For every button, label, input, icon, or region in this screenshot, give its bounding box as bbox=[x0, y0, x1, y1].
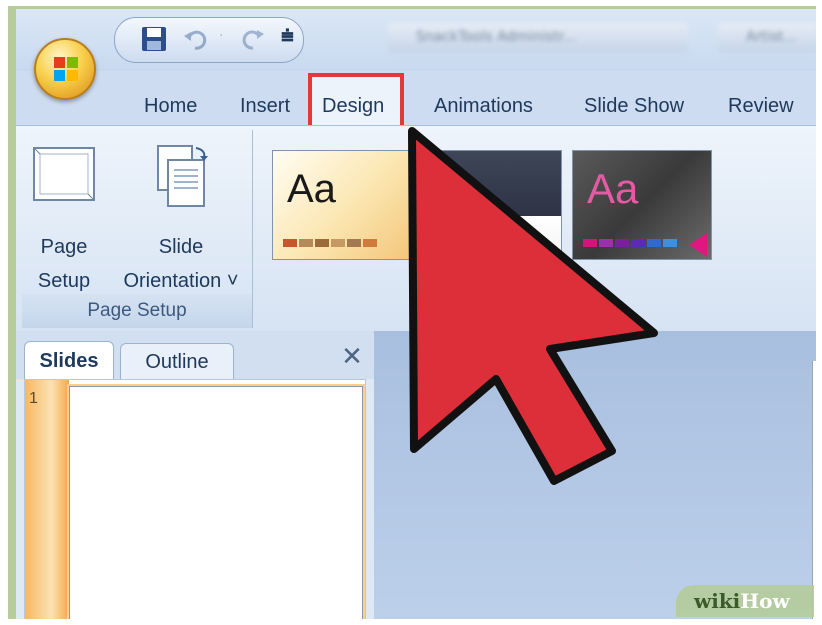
powerpoint-window: · ⩧ SnackTools Administr... Artist... Ho… bbox=[16, 9, 816, 619]
tab-insert[interactable]: Insert bbox=[240, 95, 290, 118]
tab-animations[interactable]: Animations bbox=[434, 95, 533, 118]
theme-color-swatches bbox=[283, 239, 377, 247]
red-arrow-cursor-icon bbox=[408, 127, 658, 485]
pane-tab-bar: Slides Outline ✕ bbox=[16, 331, 374, 380]
tab-slide-show[interactable]: Slide Show bbox=[584, 95, 684, 118]
selected-slide-strip: 1 bbox=[25, 380, 69, 619]
blurred-window-tab: SnackTools Administr... bbox=[388, 23, 688, 53]
page-setup-label-line1: Page bbox=[40, 236, 88, 258]
page-setup-button[interactable]: Page Setup bbox=[24, 138, 104, 292]
theme-accent-triangle-icon bbox=[689, 233, 707, 257]
slide-orientation-label-line2: Orientation ˅ bbox=[123, 270, 239, 292]
wikihow-watermark: wikiHow bbox=[676, 585, 814, 617]
theme-sample-text: Aa bbox=[287, 167, 336, 211]
redo-icon[interactable] bbox=[237, 24, 267, 54]
slide-canvas[interactable] bbox=[812, 361, 816, 619]
tab-slides[interactable]: Slides bbox=[24, 341, 114, 380]
theme-thumbnail-office[interactable]: Aa bbox=[272, 150, 412, 260]
tab-design[interactable]: Design bbox=[322, 95, 384, 118]
slides-list: 1 bbox=[24, 379, 366, 619]
close-pane-icon[interactable]: ✕ bbox=[338, 343, 366, 371]
watermark-wiki: wiki bbox=[694, 589, 741, 613]
tab-outline[interactable]: Outline bbox=[120, 343, 234, 380]
quick-access-toolbar: · ⩧ bbox=[114, 17, 304, 63]
office-button[interactable] bbox=[34, 38, 96, 100]
title-bar: · ⩧ SnackTools Administr... Artist... bbox=[16, 9, 816, 71]
ribbon-tab-bar bbox=[16, 71, 816, 125]
blurred-tab-label: SnackTools Administr... bbox=[416, 29, 577, 45]
blurred-window-tab-2: Artist... bbox=[718, 23, 816, 53]
save-icon[interactable] bbox=[139, 24, 169, 54]
tab-home[interactable]: Home bbox=[144, 95, 197, 118]
slide-orientation-icon bbox=[157, 145, 208, 207]
watermark-how: How bbox=[740, 589, 790, 613]
page-setup-group-label: Page Setup bbox=[22, 294, 252, 328]
slides-outline-pane: Slides Outline ✕ 1 bbox=[16, 331, 375, 619]
office-logo-icon bbox=[54, 57, 78, 81]
tab-review[interactable]: Review bbox=[728, 95, 794, 118]
page-setup-label-line2: Setup bbox=[37, 270, 91, 292]
blurred-tab-label-2: Artist... bbox=[746, 29, 797, 45]
page-setup-icon bbox=[33, 147, 95, 201]
slide-orientation-button[interactable]: Slide Orientation ˅ bbox=[112, 138, 250, 292]
slide-number: 1 bbox=[29, 390, 38, 407]
image-frame: · ⩧ SnackTools Administr... Artist... Ho… bbox=[8, 6, 816, 619]
slide-thumbnail[interactable] bbox=[69, 386, 363, 619]
undo-dropdown-icon[interactable]: · bbox=[219, 28, 223, 44]
page-setup-group: Page Setup Slide Orientation ˅ Page Setu… bbox=[22, 130, 253, 328]
undo-icon[interactable] bbox=[181, 24, 211, 54]
customize-toolbar-icon[interactable]: ⩧ bbox=[281, 24, 294, 49]
slide-orientation-label-line1: Slide bbox=[158, 236, 204, 258]
